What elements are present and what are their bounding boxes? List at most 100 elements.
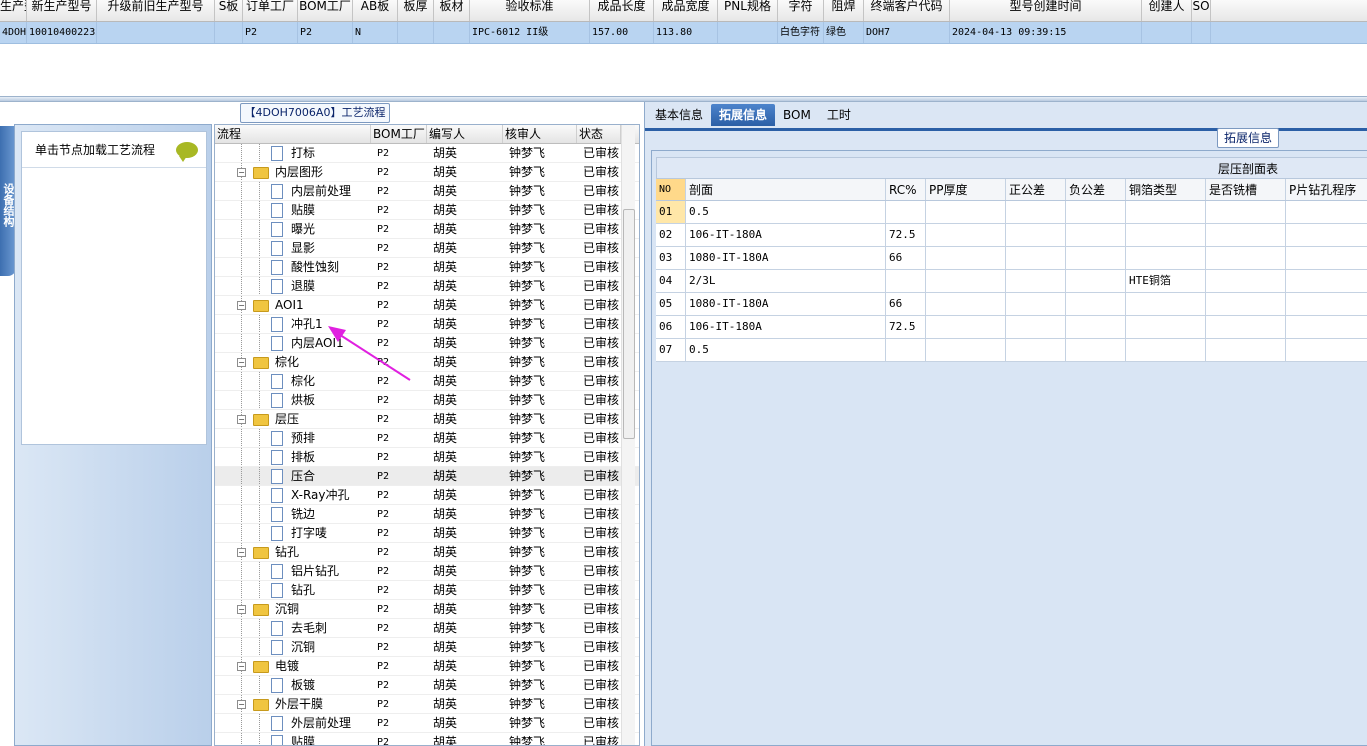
lam-cell[interactable]: 72.5 — [886, 316, 926, 338]
lam-cell[interactable]: 04 — [656, 270, 686, 292]
lam-cell[interactable] — [926, 201, 1006, 223]
top-grid-cell[interactable]: 4DOH7006A0 — [0, 22, 27, 43]
lam-cell[interactable] — [926, 224, 1006, 246]
process-node[interactable]: 显影 — [215, 239, 371, 257]
lam-cell[interactable] — [886, 339, 926, 361]
process-tree-row[interactable]: − 电镀 P2 胡英 钟梦飞 已审核 — [215, 657, 639, 676]
tab-3[interactable]: 工时 — [819, 104, 859, 126]
collapse-icon[interactable]: − — [237, 415, 246, 424]
top-grid-col-header[interactable]: 升级前旧生产型号 — [97, 0, 215, 21]
process-tree-row[interactable]: − 外层干膜 P2 胡英 钟梦飞 已审核 — [215, 695, 639, 714]
collapse-icon[interactable]: − — [237, 662, 246, 671]
process-node[interactable]: − 沉铜 — [215, 600, 371, 618]
process-node[interactable]: 预排 — [215, 429, 371, 447]
lam-cell[interactable] — [1206, 224, 1286, 246]
lam-cell[interactable] — [1206, 247, 1286, 269]
process-tree-row[interactable]: 酸性蚀刻 P2 胡英 钟梦飞 已审核 — [215, 258, 639, 277]
lam-cell[interactable] — [1126, 224, 1206, 246]
lam-col-header[interactable]: 剖面 — [686, 179, 886, 200]
lam-cell[interactable]: 0.5 — [686, 339, 886, 361]
process-tree-row[interactable]: − AOI1 P2 胡英 钟梦飞 已审核 — [215, 296, 639, 315]
process-tree-row[interactable]: − 钻孔 P2 胡英 钟梦飞 已审核 — [215, 543, 639, 562]
top-grid-cell[interactable]: 113.80 — [654, 22, 718, 43]
lam-cell[interactable] — [1006, 201, 1066, 223]
top-grid-cell[interactable]: 157.00 — [590, 22, 654, 43]
process-tree-row[interactable]: − 沉铜 P2 胡英 钟梦飞 已审核 — [215, 600, 639, 619]
tab-0[interactable]: 基本信息 — [647, 104, 711, 126]
lam-cell[interactable] — [1206, 201, 1286, 223]
lam-row[interactable]: 05 1080-IT-180A 66 — [656, 293, 1367, 316]
process-node[interactable]: − 棕化 — [215, 353, 371, 371]
process-node[interactable]: 钻孔 — [215, 581, 371, 599]
process-node[interactable]: 退膜 — [215, 277, 371, 295]
collapse-icon[interactable]: − — [237, 301, 246, 310]
lam-cell[interactable] — [1206, 339, 1286, 361]
lam-cell[interactable]: HTE铜箔 — [1126, 270, 1206, 292]
top-grid-col-header[interactable]: 板材 — [434, 0, 470, 21]
process-node[interactable]: 板镀 — [215, 676, 371, 694]
process-node[interactable]: 压合 — [215, 467, 371, 485]
process-col-header[interactable]: 核审人 — [503, 125, 577, 143]
process-tree-row[interactable]: 内层AOI1 P2 胡英 钟梦飞 已审核 — [215, 334, 639, 353]
process-col-header[interactable]: 状态 — [577, 125, 621, 143]
lam-cell[interactable] — [1286, 247, 1367, 269]
top-grid-col-header[interactable]: BOM工厂 — [298, 0, 353, 21]
top-grid-col-header[interactable]: 验收标准 — [470, 0, 590, 21]
process-tree-row[interactable]: 内层前处理 P2 胡英 钟梦飞 已审核 — [215, 182, 639, 201]
top-grid-cell[interactable]: DOH7 — [864, 22, 950, 43]
collapse-icon[interactable]: − — [237, 358, 246, 367]
top-grid-cell[interactable]: 2024-04-13 09:39:15 — [950, 22, 1142, 43]
process-tree-row[interactable]: 钻孔 P2 胡英 钟梦飞 已审核 — [215, 581, 639, 600]
process-node[interactable]: 打字唛 — [215, 524, 371, 542]
process-tree-scrollbar[interactable] — [621, 125, 635, 745]
lam-cell[interactable] — [886, 270, 926, 292]
process-node[interactable]: 内层前处理 — [215, 182, 371, 200]
top-grid-col-header[interactable]: SO — [1192, 0, 1211, 21]
lam-col-header[interactable]: 铜箔类型 — [1126, 179, 1206, 200]
lam-cell[interactable] — [1006, 339, 1066, 361]
top-grid-col-header[interactable]: 订单工厂 — [243, 0, 298, 21]
tab-2[interactable]: BOM — [775, 104, 819, 126]
lam-cell[interactable] — [1126, 316, 1206, 338]
process-node[interactable]: 铣边 — [215, 505, 371, 523]
lam-col-header[interactable]: 是否铣槽 — [1206, 179, 1286, 200]
process-tree-row[interactable]: 铣边 P2 胡英 钟梦飞 已审核 — [215, 505, 639, 524]
process-tree-row[interactable]: − 层压 P2 胡英 钟梦飞 已审核 — [215, 410, 639, 429]
process-col-header[interactable]: 流程 — [215, 125, 371, 143]
process-node[interactable]: 排板 — [215, 448, 371, 466]
process-tree-row[interactable]: 烘板 P2 胡英 钟梦飞 已审核 — [215, 391, 639, 410]
lam-cell[interactable]: 05 — [656, 293, 686, 315]
process-tree-row[interactable]: 棕化 P2 胡英 钟梦飞 已审核 — [215, 372, 639, 391]
lam-row[interactable]: 03 1080-IT-180A 66 — [656, 247, 1367, 270]
process-node[interactable]: 棕化 — [215, 372, 371, 390]
process-node[interactable]: 酸性蚀刻 — [215, 258, 371, 276]
process-tree-row[interactable]: 外层前处理 P2 胡英 钟梦飞 已审核 — [215, 714, 639, 733]
lam-cell[interactable] — [1286, 293, 1367, 315]
top-grid-col-header[interactable]: 创建人 — [1142, 0, 1192, 21]
collapse-icon[interactable]: − — [237, 605, 246, 614]
process-node[interactable]: 沉铜 — [215, 638, 371, 656]
lam-cell[interactable] — [1066, 270, 1126, 292]
lam-cell[interactable] — [1066, 293, 1126, 315]
top-grid-col-header[interactable]: 终端客户代码 — [864, 0, 950, 21]
lam-cell[interactable] — [1126, 247, 1206, 269]
lam-cell[interactable] — [1286, 339, 1367, 361]
lam-cell[interactable]: 2/3L — [686, 270, 886, 292]
process-node[interactable]: − 钻孔 — [215, 543, 371, 561]
top-grid-cell[interactable]: P2 — [243, 22, 298, 43]
lam-cell[interactable] — [1206, 293, 1286, 315]
lam-cell[interactable] — [1006, 247, 1066, 269]
top-grid-cell[interactable] — [398, 22, 434, 43]
top-grid-cell[interactable] — [215, 22, 243, 43]
process-node[interactable]: − 内层图形 — [215, 163, 371, 181]
lam-col-header[interactable]: P片钻孔程序 — [1286, 179, 1367, 200]
lam-cell[interactable] — [1126, 293, 1206, 315]
lam-cell[interactable] — [1066, 247, 1126, 269]
top-grid-col-header[interactable]: S板 — [215, 0, 243, 21]
lam-cell[interactable] — [1126, 201, 1206, 223]
lam-cell[interactable] — [1006, 316, 1066, 338]
collapse-icon[interactable]: − — [237, 168, 246, 177]
lam-cell[interactable] — [926, 316, 1006, 338]
process-tree-row[interactable]: 预排 P2 胡英 钟梦飞 已审核 — [215, 429, 639, 448]
lam-cell[interactable] — [926, 270, 1006, 292]
